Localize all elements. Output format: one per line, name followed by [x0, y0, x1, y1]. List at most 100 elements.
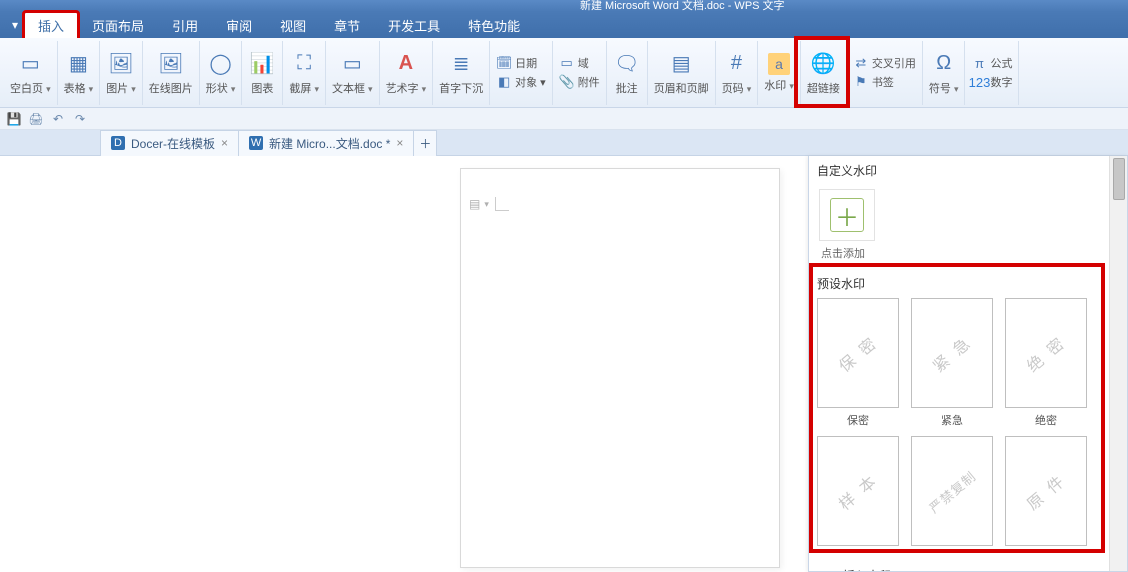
page-icon: ▤ [469, 197, 480, 211]
crossref-icon: ⇄ [853, 55, 869, 71]
wm-label: 紧急 [911, 412, 993, 428]
table-button[interactable]: ▦表格 ▾ [58, 41, 101, 105]
label: 图表 [251, 83, 273, 95]
wm-text: 原 件 [1021, 467, 1071, 514]
word-icon: W [249, 136, 263, 150]
date-object-group: 🗓日期 ◧对象 ▾ [490, 41, 553, 105]
label: 截屏 [289, 83, 311, 95]
field-icon: ▭ [559, 55, 575, 71]
hyperlink-button[interactable]: 🌐 超链接 [801, 41, 847, 105]
workspace: ▤▾ 自定义水印 ＋ 点击添加 预设水印 保 密 保密 紧 急 紧急 [0, 156, 1128, 572]
wordart-button[interactable]: A艺术字 ▾ [380, 41, 434, 105]
wm-text: 样 本 [833, 467, 883, 514]
dropcap-button[interactable]: ≣首字下沉 [433, 41, 490, 105]
page-icon: ▭ [16, 50, 44, 78]
print-button[interactable]: 🖨 [28, 111, 44, 127]
close-icon[interactable]: × [396, 136, 403, 150]
tab-developer[interactable]: 开发工具 [374, 12, 454, 39]
close-icon[interactable]: × [221, 136, 228, 150]
shape-icon: ◯ [207, 50, 235, 78]
tab-section[interactable]: 章节 [320, 12, 374, 39]
equation-number-group: π公式 123数字 [965, 41, 1019, 105]
doctab-docer[interactable]: D Docer-在线模板 × [100, 130, 239, 156]
blank-page-button[interactable]: ▭空白页 ▾ [4, 41, 58, 105]
shape-button[interactable]: ◯形状 ▾ [200, 41, 243, 105]
wm-label: 绝密 [1005, 412, 1087, 428]
document-tabs: D Docer-在线模板 × W 新建 Micro...文档.doc * × ＋ [0, 130, 1128, 156]
tab-label: 引用 [172, 19, 198, 34]
tab-label: 插入 [38, 19, 64, 34]
wordart-icon: A [392, 50, 420, 78]
label: 附件 [578, 74, 600, 90]
undo-button[interactable]: ↶ [50, 111, 66, 127]
textbox-button[interactable]: ▭文本框 ▾ [326, 41, 380, 105]
attachment-button[interactable]: 📎附件 [559, 74, 600, 90]
hyperlink-icon: 🌐 [809, 50, 837, 78]
new-tab-button[interactable]: ＋ [413, 130, 437, 156]
screenshot-button[interactable]: ⛶截屏 ▾ [283, 41, 326, 105]
tab-references[interactable]: 引用 [158, 12, 212, 39]
tab-label: 页面布局 [92, 19, 144, 34]
label: 页码 [722, 83, 744, 95]
tab-view[interactable]: 视图 [266, 12, 320, 39]
comment-icon: 🗨 [613, 50, 641, 78]
plus-icon: ＋ [419, 135, 431, 152]
label: 公式 [990, 55, 1012, 71]
object-button[interactable]: ◧对象 ▾ [496, 74, 546, 90]
label: 书签 [872, 74, 894, 90]
tab-special[interactable]: 特色功能 [454, 12, 534, 39]
preset-urgent[interactable]: 紧 急 [911, 298, 993, 408]
label: 水印 [764, 80, 786, 92]
watermark-dropdown-panel: 自定义水印 ＋ 点击添加 预设水印 保 密 保密 紧 急 紧急 [808, 156, 1128, 572]
preset-topsecret[interactable]: 绝 密 [1005, 298, 1087, 408]
menu-insert-watermark[interactable]: ▤ 插入水印(W) [809, 562, 1109, 571]
header-footer-button[interactable]: ▤页眉和页脚 [648, 41, 716, 105]
crossref-button[interactable]: ⇄交叉引用 [853, 55, 916, 71]
symbol-button[interactable]: Ω符号 ▾ [923, 41, 966, 105]
textbox-icon: ▭ [338, 50, 366, 78]
scrollbar-thumb[interactable] [1113, 158, 1125, 200]
object-icon: ◧ [496, 74, 512, 90]
preset-sample[interactable]: 样 本 [817, 436, 899, 546]
redo-button[interactable]: ↷ [72, 111, 88, 127]
document-page[interactable]: ▤▾ [460, 168, 780, 568]
wm-text: 严禁复制 [924, 466, 979, 517]
page-number-button[interactable]: #页码 ▾ [716, 41, 759, 105]
add-watermark-button[interactable]: ＋ [819, 189, 875, 241]
field-button[interactable]: ▭域 [559, 55, 600, 71]
label: 超链接 [807, 83, 840, 95]
add-caption: 点击添加 [809, 245, 1109, 261]
chart-button[interactable]: 📊图表 [242, 41, 283, 105]
tab-label: 章节 [334, 19, 360, 34]
equation-icon: π [971, 55, 987, 71]
preset-watermark-title: 预设水印 [817, 269, 1101, 298]
preset-nocopy[interactable]: 严禁复制 [911, 436, 993, 546]
symbol-icon: Ω [930, 50, 958, 78]
picture-button[interactable]: 🖼图片 ▾ [100, 41, 143, 105]
label: 对象 [515, 74, 537, 90]
tab-page-layout[interactable]: 页面布局 [78, 12, 158, 39]
save-button[interactable]: 💾 [6, 111, 22, 127]
equation-button[interactable]: π公式 [971, 55, 1012, 71]
custom-watermark-title: 自定义水印 [809, 156, 1109, 185]
tab-review[interactable]: 审阅 [212, 12, 266, 39]
label: 表格 [64, 83, 86, 95]
watermark-menu: ▤ 插入水印(W) ▤ 删除文档中的水印(R) [809, 562, 1109, 571]
bookmark-button[interactable]: ⚑书签 [853, 74, 916, 90]
docer-icon: D [111, 136, 125, 150]
wps-menu-caret[interactable]: ▾ [6, 18, 24, 32]
scrollbar[interactable] [1109, 156, 1127, 571]
comment-button[interactable]: 🗨 批注 [607, 41, 648, 105]
doctab-newdoc[interactable]: W 新建 Micro...文档.doc * × [238, 130, 414, 156]
online-picture-button[interactable]: 🖼在线图片 [143, 41, 200, 105]
label: 批注 [616, 83, 638, 95]
preset-confidential[interactable]: 保 密 [817, 298, 899, 408]
doctab-label: Docer-在线模板 [131, 135, 215, 152]
preset-original[interactable]: 原 件 [1005, 436, 1087, 546]
number-button[interactable]: 123数字 [971, 74, 1012, 90]
watermark-button[interactable]: a水印 ▾ [758, 41, 801, 105]
menu-label: 插入水印(W) [843, 567, 910, 571]
tab-insert[interactable]: 插入 [24, 12, 78, 39]
date-button[interactable]: 🗓日期 [496, 55, 546, 71]
tab-label: 视图 [280, 19, 306, 34]
